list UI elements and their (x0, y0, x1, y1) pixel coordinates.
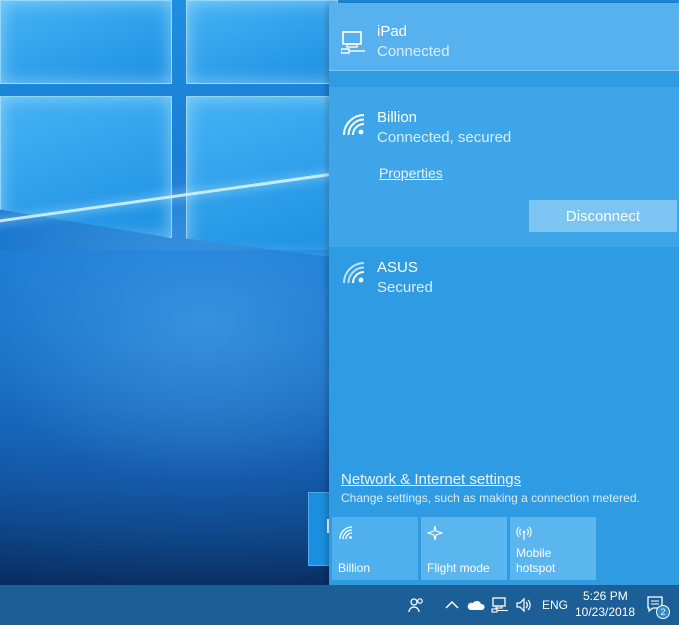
network-settings-description: Change settings, such as making a connec… (341, 491, 640, 505)
hotspot-icon (516, 526, 532, 540)
tile-label: Billion (338, 561, 371, 575)
network-item-billion[interactable]: Billion Connected, secured Properties Di… (329, 87, 679, 247)
wallpaper-window-pane (0, 0, 172, 84)
tile-label: Mobile hotspot (516, 546, 556, 575)
clock-date[interactable]: 10/23/2018 (575, 605, 635, 619)
network-ethernet-icon[interactable] (491, 596, 509, 614)
network-status: Secured (377, 279, 433, 296)
airplane-icon (427, 525, 443, 541)
wallpaper-floor (0, 250, 340, 585)
chevron-up-icon[interactable] (443, 596, 461, 614)
speaker-volume-icon[interactable] (515, 596, 533, 614)
tile-label: Flight mode (427, 561, 490, 575)
network-settings-link[interactable]: Network & Internet settings (341, 471, 521, 488)
tile-flight-mode[interactable]: Flight mode (421, 517, 507, 580)
network-name: ASUS (377, 259, 418, 276)
input-language-indicator[interactable]: ENG (542, 598, 568, 612)
network-name: Billion (377, 109, 418, 126)
disconnect-button[interactable]: Disconnect (529, 200, 677, 232)
onedrive-cloud-icon[interactable] (467, 596, 485, 614)
notification-count-badge: 2 (656, 605, 670, 619)
network-status: Connected, secured (377, 129, 512, 146)
wifi-icon (343, 114, 365, 136)
wifi-icon (343, 262, 365, 284)
network-item-ipad[interactable]: iPad Connected (329, 3, 679, 71)
people-icon[interactable] (407, 596, 425, 614)
tile-mobile-hotspot[interactable]: Mobile hotspot (510, 517, 596, 580)
network-status: Connected (377, 43, 450, 60)
properties-link[interactable]: Properties (379, 165, 443, 181)
network-item-asus[interactable]: ASUS Secured (329, 247, 679, 307)
tile-wifi[interactable]: Billion (332, 517, 418, 580)
ethernet-icon (341, 31, 365, 54)
clock-time[interactable]: 5:26 PM (583, 589, 628, 603)
network-name: iPad (377, 23, 408, 40)
wifi-icon (339, 526, 353, 540)
network-flyout: iPad Connected Billion Connected, secure… (329, 3, 679, 585)
taskbar: ENG 5:26 PM 10/23/2018 2 (0, 585, 679, 625)
wallpaper-window-pane (186, 0, 338, 84)
